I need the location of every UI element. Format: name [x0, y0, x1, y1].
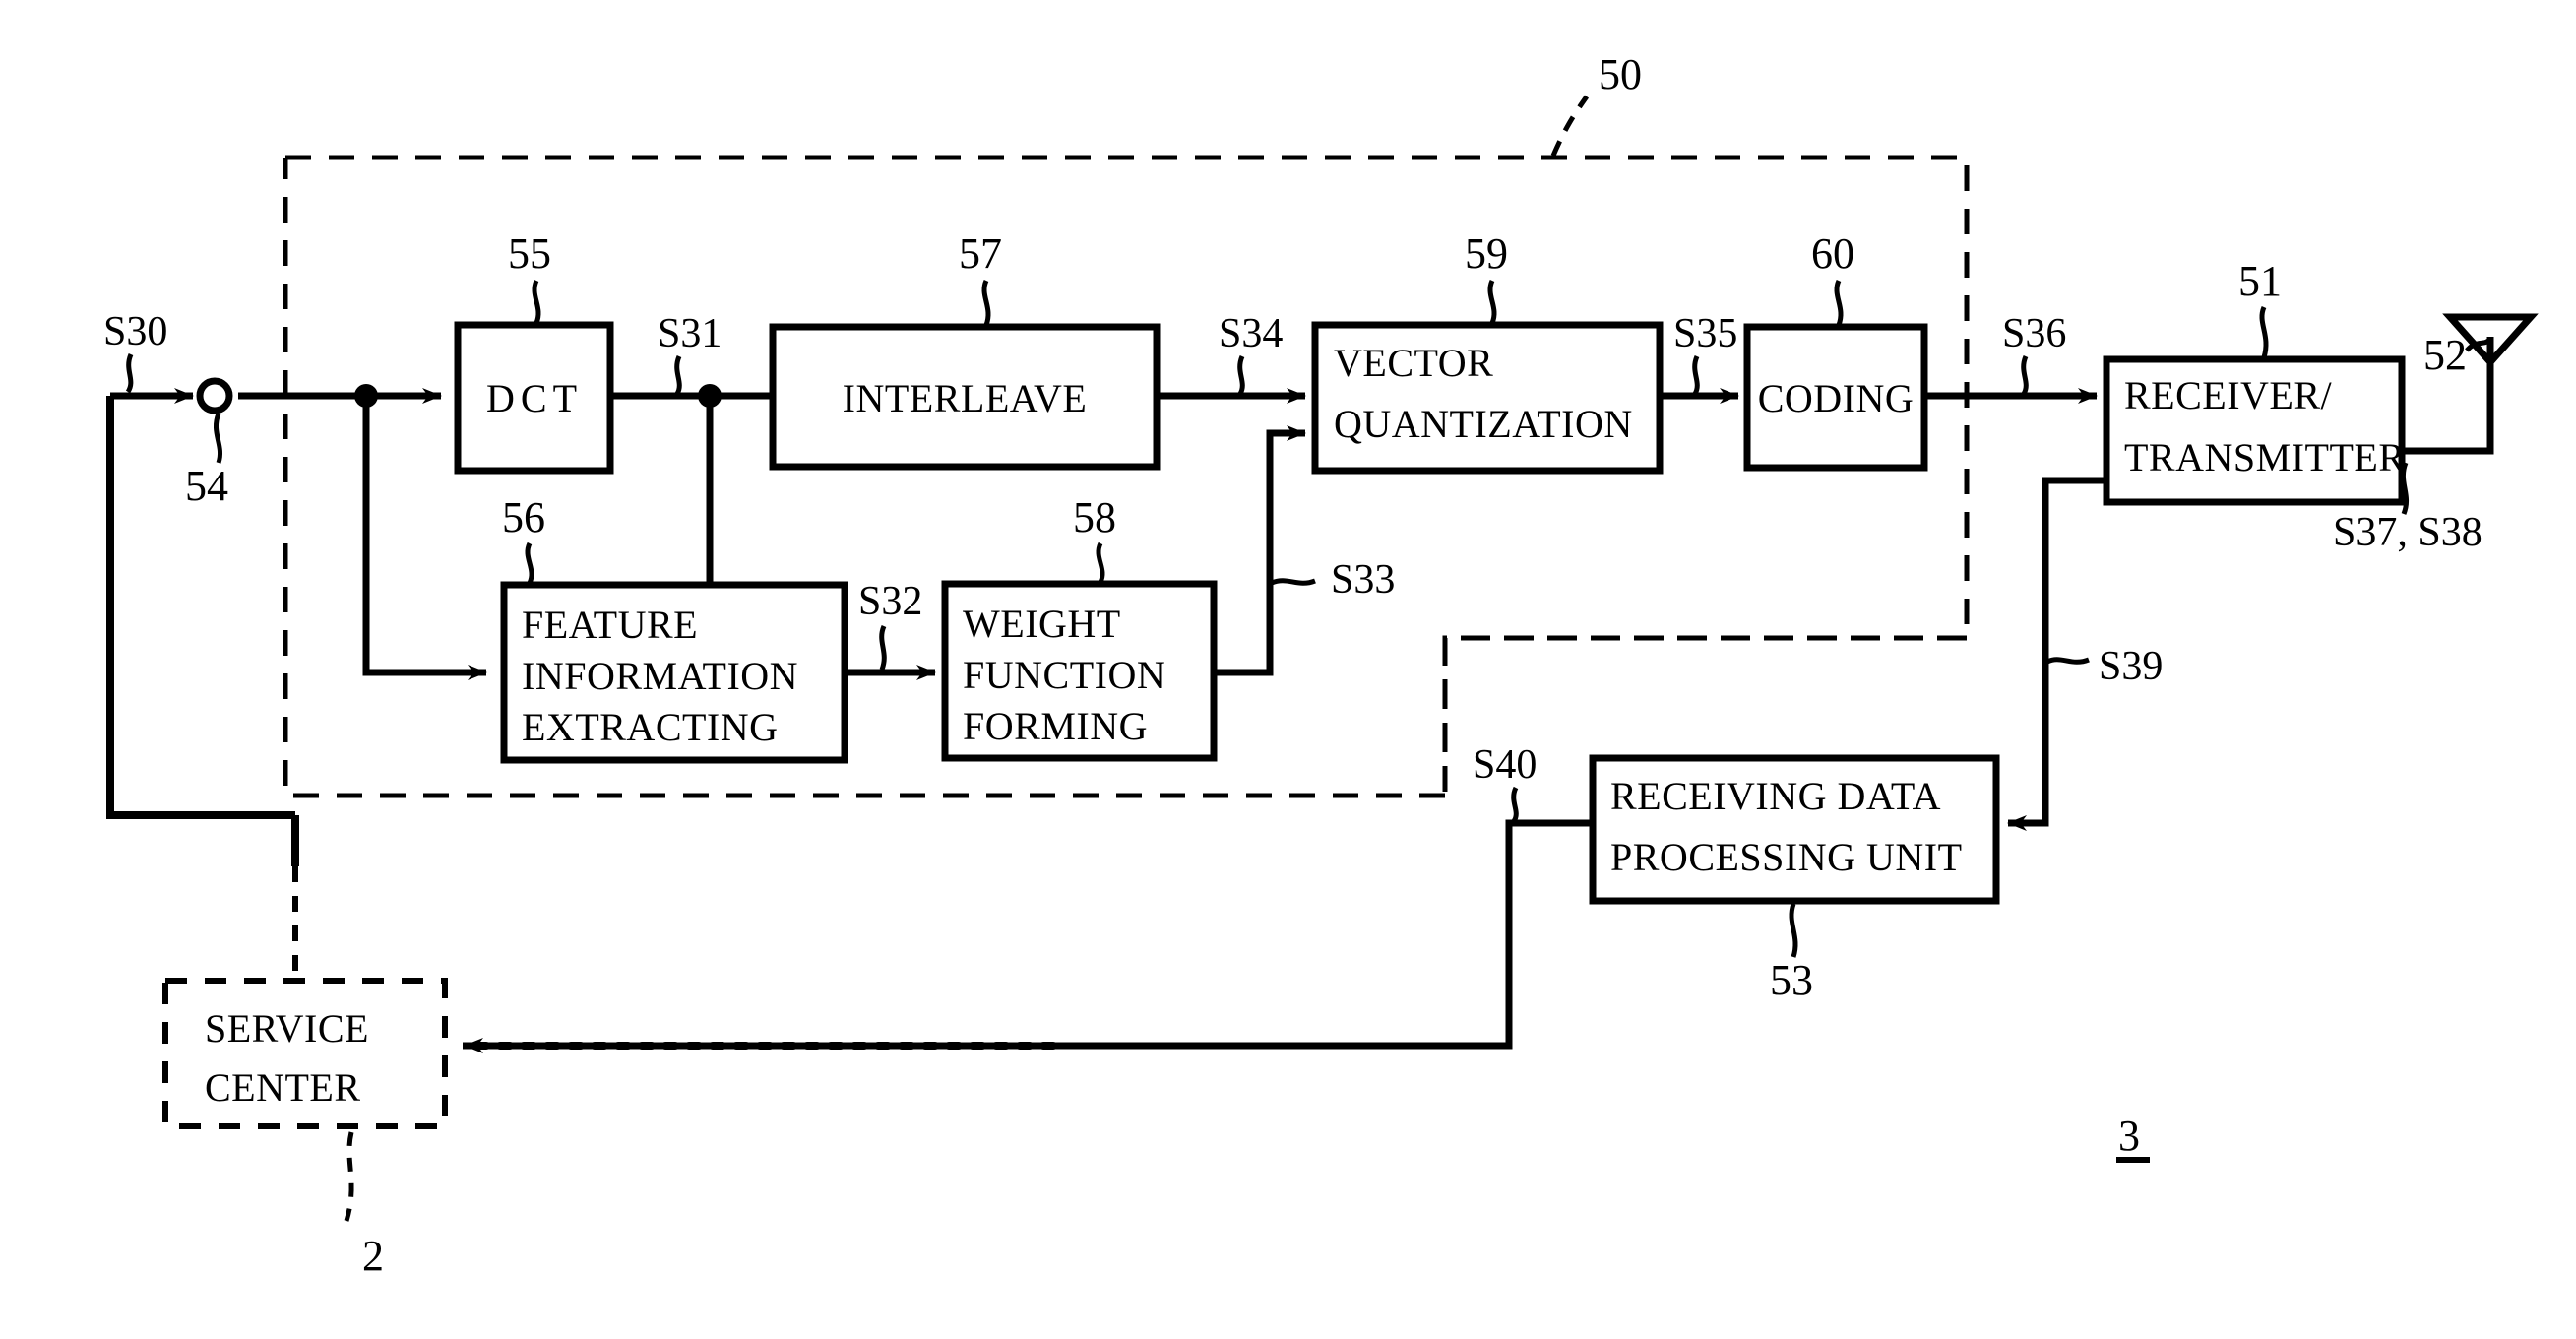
block-interleave: INTERLEAVE: [769, 323, 1161, 471]
block-weight-label-line2: FUNCTION: [963, 653, 1165, 697]
signal-s33-label: S33: [1331, 557, 1395, 603]
ref-51-leader: [2259, 306, 2269, 358]
signal-s35-label: S35: [1673, 311, 1737, 356]
block-rdpu-label-line1: RECEIVING DATA: [1610, 774, 1941, 818]
ref-60-label: 60: [1811, 229, 1854, 278]
block-interleave-label: INTERLEAVE: [843, 376, 1088, 420]
block-weight-label-line1: WEIGHT: [963, 602, 1121, 646]
ref-56-label: 56: [502, 493, 545, 542]
patent-figure-diagram: 50 S30 54 DCT 55 S31 INTERLEAVE 57 S34 V…: [0, 0, 2576, 1339]
signal-s40-label: S40: [1473, 742, 1537, 788]
block-rxtx-label-line1: RECEIVER/: [2124, 373, 2333, 417]
ref-53-leader: [1789, 903, 1798, 958]
signal-s31-label: S31: [658, 311, 722, 356]
ref-55-leader: [532, 279, 541, 324]
block-receiving-data-processing-unit: RECEIVING DATA PROCESSING UNIT: [1589, 754, 2000, 905]
block-dct: DCT: [454, 321, 614, 475]
ref-54-leader: [213, 413, 222, 464]
block-service-center: SERVICE CENTER: [162, 978, 448, 1129]
ref-54-label: 54: [185, 462, 228, 510]
ref-50-label: 50: [1599, 50, 1642, 98]
s31-leader: [674, 354, 682, 396]
ref-55-label: 55: [508, 229, 551, 278]
enclosure-50-leader: [1550, 95, 1590, 157]
block-receiver-transmitter: RECEIVER/ TRANSMITTER: [2103, 355, 2406, 506]
s34-leader: [1237, 354, 1245, 396]
open-junction-node-54-icon: [196, 377, 233, 414]
signal-s39-label: S39: [2099, 644, 2163, 689]
ref-51-label: 51: [2238, 257, 2282, 305]
s33-leader: [1270, 578, 1316, 586]
block-vq-label-line1: VECTOR: [1334, 341, 1493, 385]
block-service-center-label-line1: SERVICE: [205, 1006, 369, 1051]
ref-53-label: 53: [1770, 956, 1813, 1004]
block-feature-label-line3: EXTRACTING: [522, 705, 779, 749]
ref-57-label: 57: [959, 229, 1002, 278]
block-feature-label-line2: INFORMATION: [522, 654, 798, 698]
block-rdpu-label-line2: PROCESSING UNIT: [1610, 835, 1963, 879]
block-feature-label-line1: FEATURE: [522, 603, 698, 647]
ref-56-leader: [525, 542, 534, 585]
s36-leader: [2021, 354, 2029, 396]
signal-s32-label: S32: [858, 579, 922, 624]
figure-number: 3: [2116, 1112, 2150, 1163]
block-coding-label: CODING: [1758, 376, 1915, 420]
ref-59-leader: [1487, 279, 1497, 324]
wire-rxtx-to-rdpu: [2007, 477, 2106, 831]
ref-2-leader: [344, 1131, 354, 1222]
block-weight-function-forming: WEIGHT FUNCTION FORMING: [941, 580, 1218, 762]
block-weight-label-line3: FORMING: [963, 704, 1148, 748]
block-dct-label: DCT: [486, 376, 583, 420]
block-rxtx-label-line2: TRANSMITTER: [2124, 435, 2406, 479]
wire-weight-to-vq: [1214, 425, 1306, 676]
wire-rdpu-to-feedback: [463, 819, 1593, 1050]
s30-leader: [125, 352, 134, 394]
s32-leader: [879, 624, 887, 670]
block-coding: CODING: [1743, 323, 1928, 472]
block-feature-information-extracting: FEATURE INFORMATION EXTRACTING: [500, 581, 848, 764]
ref-60-leader: [1834, 279, 1844, 326]
s39-leader: [2045, 657, 2090, 665]
signal-s37-s38-label: S37, S38: [2333, 510, 2482, 555]
signal-s34-label: S34: [1219, 311, 1283, 356]
ref-57-leader: [981, 279, 991, 326]
ref-58-leader: [1096, 542, 1105, 584]
figure-number-label: 3: [2118, 1112, 2140, 1160]
block-service-center-label-line2: CENTER: [205, 1065, 361, 1110]
signal-s30-label: S30: [103, 309, 167, 354]
s40-leader: [1511, 786, 1519, 823]
ref-58-label: 58: [1073, 493, 1116, 542]
s35-leader: [1692, 354, 1700, 396]
block-vq-label-line2: QUANTIZATION: [1334, 402, 1633, 446]
figure-svg: 50 S30 54 DCT 55 S31 INTERLEAVE 57 S34 V…: [103, 50, 2539, 1280]
signal-s36-label: S36: [2002, 311, 2066, 356]
ref-59-label: 59: [1465, 229, 1508, 278]
ref-2-label: 2: [362, 1232, 384, 1280]
block-vector-quantization: VECTOR QUANTIZATION: [1311, 321, 1664, 475]
ref-52-label: 52: [2423, 331, 2467, 379]
s37-s38-leader: [2400, 462, 2410, 515]
